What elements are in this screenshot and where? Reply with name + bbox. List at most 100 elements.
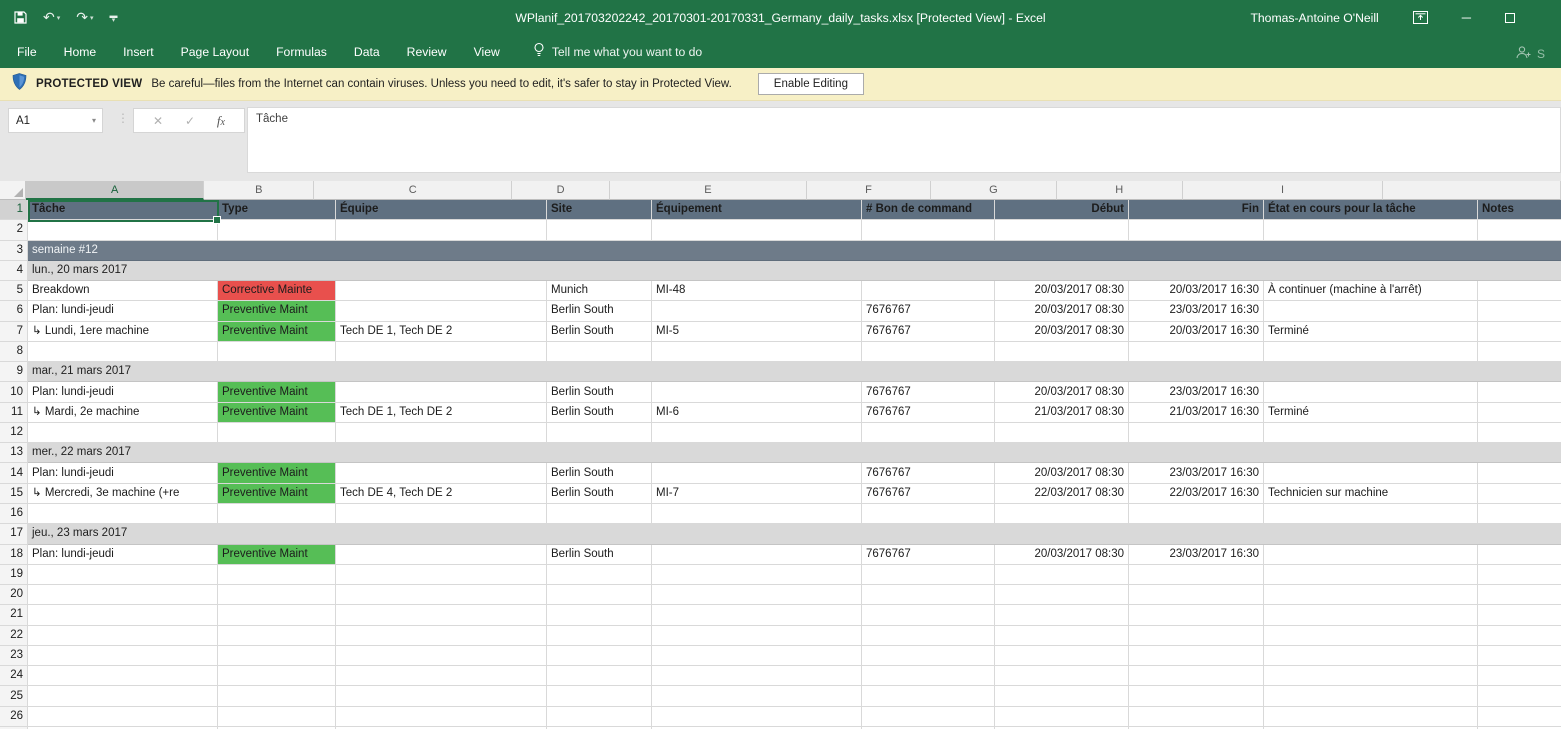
cell-A26[interactable] (28, 707, 218, 727)
cell-D25[interactable] (547, 686, 652, 706)
cell-D11[interactable]: Berlin South (547, 403, 652, 423)
cell-J26[interactable] (1478, 707, 1561, 727)
cell-C18[interactable] (336, 545, 547, 565)
cell-E2[interactable] (652, 220, 862, 240)
cell-C6[interactable] (336, 301, 547, 321)
cell-A1[interactable]: Tâche (28, 200, 218, 220)
cell-A23[interactable] (28, 646, 218, 666)
cell-I16[interactable] (1264, 504, 1478, 524)
cell-G20[interactable] (995, 585, 1129, 605)
cell-F26[interactable] (862, 707, 995, 727)
row-header-8[interactable]: 8 (0, 342, 28, 362)
cell-B15[interactable]: Preventive Maint (218, 484, 336, 504)
cell-F7[interactable]: 7676767 (862, 322, 995, 342)
cell-B20[interactable] (218, 585, 336, 605)
cell-G7[interactable]: 20/03/2017 08:30 (995, 322, 1129, 342)
row-header-11[interactable]: 11 (0, 403, 28, 423)
cell-D1[interactable]: Site (547, 200, 652, 220)
cell-I10[interactable] (1264, 382, 1478, 402)
cell-F21[interactable] (862, 605, 995, 625)
cell-C2[interactable] (336, 220, 547, 240)
column-header-F[interactable]: F (807, 181, 931, 200)
cancel-icon[interactable]: ✕ (153, 114, 163, 128)
cell-F10[interactable]: 7676767 (862, 382, 995, 402)
name-box-dropdown-icon[interactable]: ▾ (92, 116, 102, 125)
cell-B7[interactable]: Preventive Maint (218, 322, 336, 342)
cell-J12[interactable] (1478, 423, 1561, 443)
cell-H23[interactable] (1129, 646, 1264, 666)
cell-C7[interactable]: Tech DE 1, Tech DE 2 (336, 322, 547, 342)
tab-home[interactable]: Home (64, 45, 97, 59)
select-all-corner[interactable] (0, 181, 26, 200)
tab-view[interactable]: View (474, 45, 500, 59)
row-header-9[interactable]: 9 (0, 362, 28, 382)
cell-E1[interactable]: Équipement (652, 200, 862, 220)
cell-D20[interactable] (547, 585, 652, 605)
column-header-E[interactable]: E (610, 181, 807, 200)
cell-H12[interactable] (1129, 423, 1264, 443)
undo-dropdown-icon[interactable]: ▾ (57, 14, 61, 22)
cell-A25[interactable] (28, 686, 218, 706)
maximize-icon[interactable] (1505, 13, 1515, 23)
cell-H25[interactable] (1129, 686, 1264, 706)
cell-B18[interactable]: Preventive Maint (218, 545, 336, 565)
cell-H20[interactable] (1129, 585, 1264, 605)
cell-J19[interactable] (1478, 565, 1561, 585)
cell-D19[interactable] (547, 565, 652, 585)
cell-I5[interactable]: À continuer (machine à l'arrêt) (1264, 281, 1478, 301)
cell-I12[interactable] (1264, 423, 1478, 443)
row-header-25[interactable]: 25 (0, 686, 28, 706)
cell-C15[interactable]: Tech DE 4, Tech DE 2 (336, 484, 547, 504)
cell-F22[interactable] (862, 626, 995, 646)
customize-quick-access-icon[interactable]: ▬▾ (110, 13, 118, 23)
cell-E5[interactable]: MI-48 (652, 281, 862, 301)
cell-E20[interactable] (652, 585, 862, 605)
row-header-26[interactable]: 26 (0, 707, 28, 727)
cell-J18[interactable] (1478, 545, 1561, 565)
cell-C1[interactable]: Équipe (336, 200, 547, 220)
cell-H15[interactable]: 22/03/2017 16:30 (1129, 484, 1264, 504)
tab-review[interactable]: Review (407, 45, 447, 59)
cell-F11[interactable]: 7676767 (862, 403, 995, 423)
row-header-14[interactable]: 14 (0, 463, 28, 483)
cell-E24[interactable] (652, 666, 862, 686)
cell-E21[interactable] (652, 605, 862, 625)
cell-I25[interactable] (1264, 686, 1478, 706)
column-header-J[interactable] (1383, 181, 1561, 200)
tab-file[interactable]: File (17, 45, 37, 59)
redo-dropdown-icon[interactable]: ▾ (90, 14, 94, 22)
cell-C20[interactable] (336, 585, 547, 605)
redo-button[interactable]: ↷▾ (76, 9, 93, 26)
enable-editing-button[interactable]: Enable Editing (758, 73, 864, 95)
cell-I21[interactable] (1264, 605, 1478, 625)
cell-B14[interactable]: Preventive Maint (218, 463, 336, 483)
cell-B24[interactable] (218, 666, 336, 686)
cell-C10[interactable] (336, 382, 547, 402)
cell-G26[interactable] (995, 707, 1129, 727)
cell-G14[interactable]: 20/03/2017 08:30 (995, 463, 1129, 483)
cell-G10[interactable]: 20/03/2017 08:30 (995, 382, 1129, 402)
row-header-13[interactable]: 13 (0, 443, 28, 463)
cell-G11[interactable]: 21/03/2017 08:30 (995, 403, 1129, 423)
share-button[interactable]: S (1515, 45, 1561, 63)
cell-B5[interactable]: Corrective Mainte (218, 281, 336, 301)
cell-I15[interactable]: Technicien sur machine (1264, 484, 1478, 504)
cell-J2[interactable] (1478, 220, 1561, 240)
cell-D26[interactable] (547, 707, 652, 727)
cell-D6[interactable]: Berlin South (547, 301, 652, 321)
cell-E14[interactable] (652, 463, 862, 483)
column-header-H[interactable]: H (1057, 181, 1183, 200)
row-header-5[interactable]: 5 (0, 281, 28, 301)
row-header-18[interactable]: 18 (0, 545, 28, 565)
cell-F15[interactable]: 7676767 (862, 484, 995, 504)
cell-D12[interactable] (547, 423, 652, 443)
cell-F2[interactable] (862, 220, 995, 240)
cell-D21[interactable] (547, 605, 652, 625)
cell-G18[interactable]: 20/03/2017 08:30 (995, 545, 1129, 565)
tab-formulas[interactable]: Formulas (276, 45, 327, 59)
cell-J5[interactable] (1478, 281, 1561, 301)
cell-E18[interactable] (652, 545, 862, 565)
cell-B10[interactable]: Preventive Maint (218, 382, 336, 402)
cell-H19[interactable] (1129, 565, 1264, 585)
cell-J23[interactable] (1478, 646, 1561, 666)
